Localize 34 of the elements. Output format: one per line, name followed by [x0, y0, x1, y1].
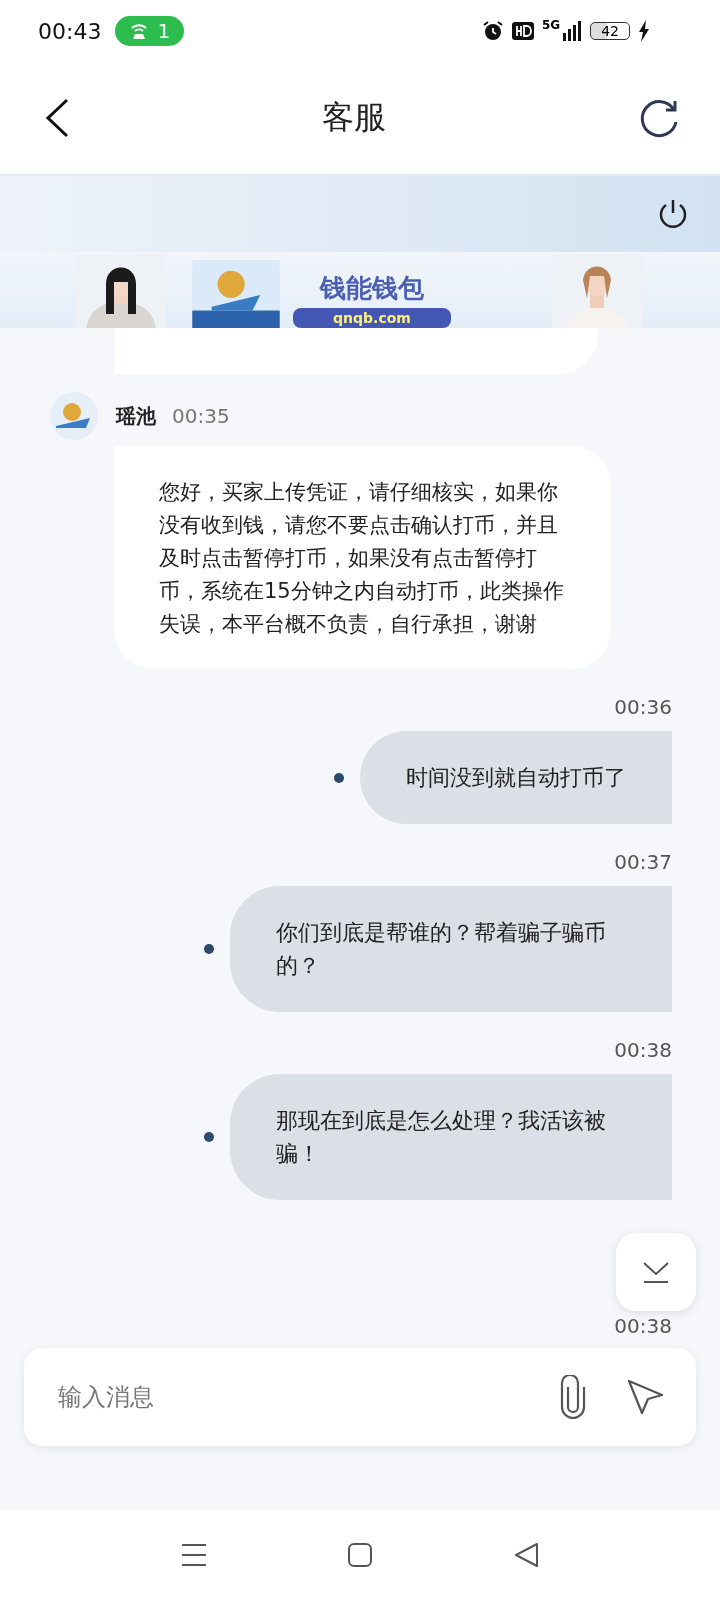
- message-bubble: 时间没到就自动打币了: [360, 731, 672, 824]
- message-bubble: 你们到底是帮谁的？帮着骗子骗币的？: [230, 886, 672, 1012]
- hotspot-badge: 1: [115, 16, 185, 46]
- status-dot: [204, 944, 214, 954]
- page-title: 客服: [322, 97, 386, 138]
- back-icon[interactable]: [44, 98, 70, 138]
- message-field[interactable]: 输入消息: [56, 1382, 520, 1412]
- status-dot: [334, 772, 344, 783]
- home-icon[interactable]: [347, 1542, 373, 1568]
- send-icon[interactable]: [626, 1378, 664, 1416]
- signal-icon: [562, 21, 583, 41]
- menu-icon[interactable]: [181, 1543, 207, 1567]
- ad-banner[interactable]: 钱能钱包 qnqb.com: [0, 252, 720, 328]
- message-time: 00:37: [614, 850, 672, 874]
- message-time: 00:35: [172, 404, 230, 428]
- charging-icon: [638, 20, 650, 42]
- message-time: 00:36: [614, 695, 672, 719]
- brand-name: 钱能钱包: [320, 272, 424, 305]
- status-dot: [204, 1132, 214, 1142]
- hd-icon: [511, 22, 534, 40]
- alarm-icon: [481, 20, 504, 42]
- attachment-icon[interactable]: [558, 1375, 588, 1419]
- website-label: qnqb.com: [293, 308, 451, 328]
- avatar-icon: [50, 392, 98, 440]
- network-label: 5G: [541, 18, 561, 32]
- download-icon: [641, 1260, 671, 1284]
- sender-name: 瑶池: [116, 402, 156, 430]
- battery-indicator: 42: [590, 22, 630, 40]
- back-nav-icon[interactable]: [513, 1542, 539, 1568]
- message-time: 00:38: [614, 1038, 672, 1062]
- message-bubble: 那现在到底是怎么处理？我活该被骗！: [230, 1074, 672, 1200]
- message-time: 00:38: [614, 1314, 672, 1338]
- message-bubble: 您好，买家上传凭证，请仔细核实，如果你没有收到钱，请您不要点击确认打币，并且及时点击暂停打币，如果没有点击暂停打币，系统在15分钟之内自动打币，此类操作失误，本平台概不负责，自行承担，谢谢: [114, 446, 611, 669]
- status-time: 00:43: [38, 18, 102, 44]
